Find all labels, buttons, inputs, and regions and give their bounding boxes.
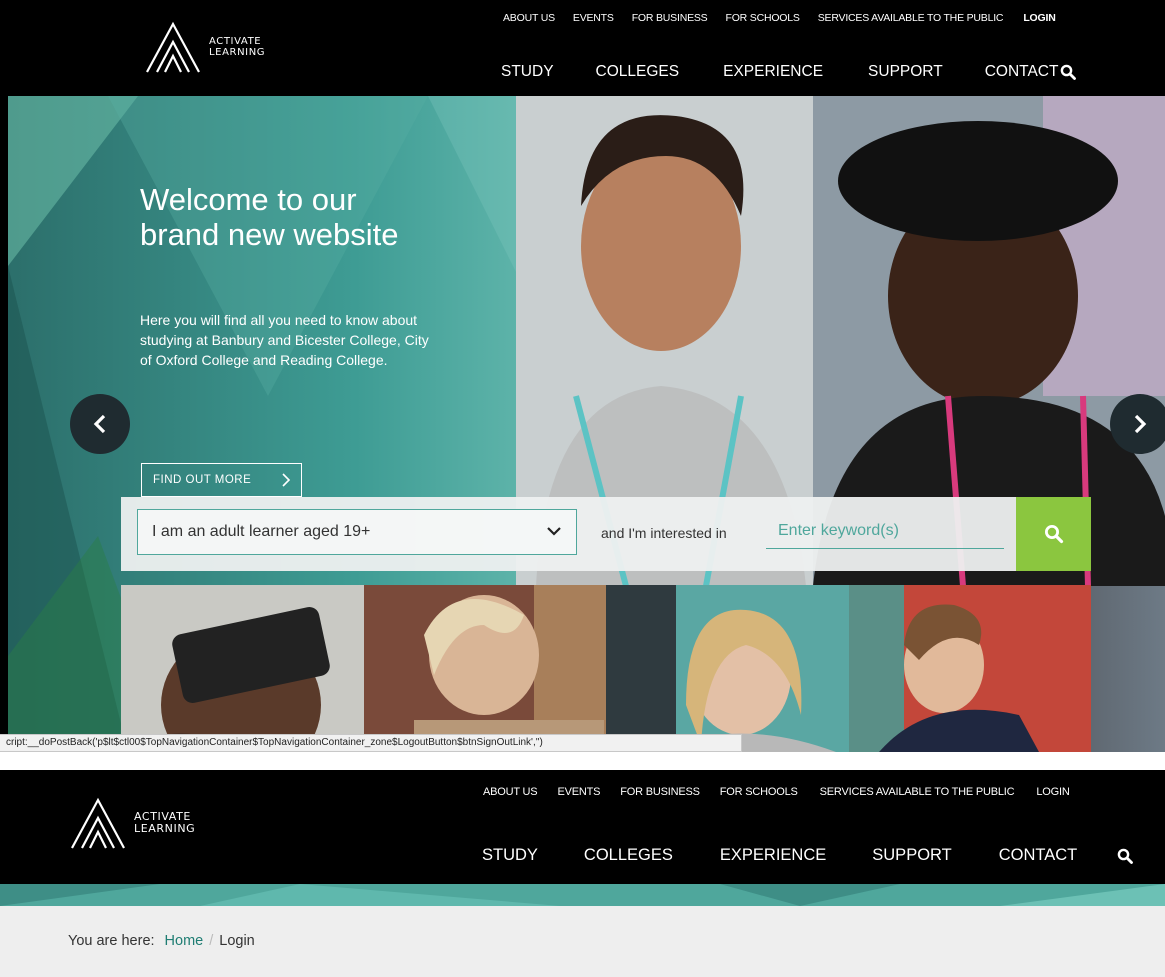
learner-type-value: I am an adult learner aged 19+ [152, 523, 371, 540]
brand-wordmark: ACTIVATE LEARNING [134, 811, 195, 835]
hero-subtitle: Here you will find all you need to know … [140, 312, 429, 368]
search-icon [1044, 525, 1063, 544]
feature-tile-workshop[interactable] [363, 585, 606, 752]
vr-headset-photo [121, 585, 364, 752]
nav-contact[interactable]: CONTACT [985, 63, 1059, 81]
student-reading-photo [606, 585, 849, 752]
breadcrumb-prefix: You are here: [68, 933, 155, 949]
banner-pattern [0, 884, 1165, 906]
top-link-for-schools[interactable]: FOR SCHOOLS [720, 786, 798, 798]
brand-wordmark: ACTIVATE LEARNING [209, 36, 265, 58]
feature-tile-student[interactable] [606, 585, 849, 752]
course-search-bar: I am an adult learner aged 19+ and I'm i… [121, 497, 1091, 571]
site-header-login: ACTIVATE LEARNING ABOUT US EVENTS FOR BU… [0, 770, 1165, 884]
find-out-more-label: FIND OUT MORE [153, 474, 252, 486]
chevron-right-icon [282, 473, 291, 487]
feature-tile-engineering[interactable] [848, 585, 1091, 752]
interested-in-label: and I'm interested in [601, 525, 727, 541]
chevron-left-icon [93, 414, 106, 434]
hero-carousel: Welcome to our brand new website Here yo… [8, 96, 1165, 752]
top-link-services-public[interactable]: SERVICES AVAILABLE TO THE PUBLIC [818, 12, 1004, 24]
feature-tile-vr[interactable] [121, 585, 364, 752]
main-nav: STUDY COLLEGES EXPERIENCE SUPPORT CONTAC… [482, 846, 1077, 865]
logo-mark-icon [146, 21, 200, 73]
main-nav: STUDY COLLEGES EXPERIENCE SUPPORT CONTAC… [501, 63, 1058, 81]
breadcrumb-separator: / [209, 933, 214, 949]
brand-line-2: LEARNING [134, 822, 196, 835]
brand-logo[interactable]: ACTIVATE LEARNING [145, 20, 265, 74]
engineering-photo [848, 585, 1091, 752]
top-link-about-us[interactable]: ABOUT US [483, 786, 538, 798]
utility-nav: ABOUT US EVENTS FOR BUSINESS FOR SCHOOLS… [503, 12, 1056, 24]
nav-study[interactable]: STUDY [482, 846, 538, 865]
top-link-login[interactable]: LOGIN [1023, 12, 1055, 24]
home-page-screenshot: ACTIVATE LEARNING ABOUT US EVENTS FOR BU… [0, 0, 1165, 752]
utility-nav: ABOUT US EVENTS FOR BUSINESS FOR SCHOOLS… [483, 786, 1070, 798]
nav-study[interactable]: STUDY [501, 63, 554, 81]
nav-experience[interactable]: EXPERIENCE [723, 63, 823, 81]
breadcrumb: You are here: Home / Login [68, 933, 255, 949]
nav-colleges[interactable]: COLLEGES [584, 846, 673, 865]
top-link-for-business[interactable]: FOR BUSINESS [632, 12, 708, 24]
top-link-events[interactable]: EVENTS [557, 786, 600, 798]
top-link-services-public[interactable]: SERVICES AVAILABLE TO THE PUBLIC [820, 786, 1015, 798]
search-icon[interactable] [1117, 848, 1133, 864]
keyword-input[interactable]: Enter keyword(s) [766, 515, 1004, 549]
feature-tiles [121, 585, 1091, 752]
search-icon[interactable] [1060, 64, 1076, 80]
top-link-login[interactable]: LOGIN [1036, 786, 1069, 798]
nav-support[interactable]: SUPPORT [872, 846, 951, 865]
top-link-for-schools[interactable]: FOR SCHOOLS [725, 12, 799, 24]
brand-logo[interactable]: ACTIVATE LEARNING [70, 796, 195, 850]
hero-title: Welcome to our brand new website [140, 182, 399, 252]
workshop-photo [363, 585, 606, 752]
carousel-prev-button[interactable] [70, 394, 130, 454]
browser-status-bar: cript:__doPostBack('p$lt$ctl00$TopNaviga… [0, 734, 742, 752]
top-link-events[interactable]: EVENTS [573, 12, 614, 24]
top-link-for-business[interactable]: FOR BUSINESS [620, 786, 700, 798]
find-out-more-button[interactable]: FIND OUT MORE [141, 463, 302, 497]
nav-experience[interactable]: EXPERIENCE [720, 846, 826, 865]
carousel-next-button[interactable] [1110, 394, 1165, 454]
breadcrumb-bar: You are here: Home / Login [0, 906, 1165, 977]
logo-mark-icon [71, 797, 125, 849]
brand-line-1: ACTIVATE [209, 36, 262, 47]
teal-banner-strip [0, 884, 1165, 906]
screen: ACTIVATE LEARNING ABOUT US EVENTS FOR BU… [0, 0, 1165, 977]
site-header: ACTIVATE LEARNING ABOUT US EVENTS FOR BU… [8, 0, 1165, 96]
chevron-right-icon [1134, 414, 1147, 434]
login-page-screenshot: ACTIVATE LEARNING ABOUT US EVENTS FOR BU… [0, 770, 1165, 977]
chevron-down-icon [547, 527, 561, 536]
breadcrumb-home-link[interactable]: Home [165, 933, 204, 949]
search-submit-button[interactable] [1016, 497, 1091, 571]
top-link-about-us[interactable]: ABOUT US [503, 12, 555, 24]
breadcrumb-current: Login [219, 933, 255, 949]
nav-contact[interactable]: CONTACT [999, 846, 1078, 865]
nav-colleges[interactable]: COLLEGES [596, 63, 680, 81]
learner-type-select[interactable]: I am an adult learner aged 19+ [137, 509, 577, 555]
brand-line-2: LEARNING [209, 47, 266, 58]
nav-support[interactable]: SUPPORT [868, 63, 943, 81]
